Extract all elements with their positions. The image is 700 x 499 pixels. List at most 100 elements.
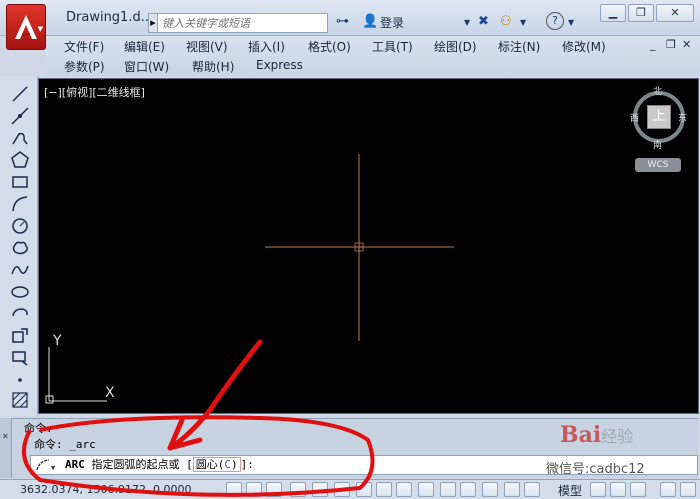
menu-parametric[interactable]: 参数(P) <box>64 58 105 75</box>
exchange-icon[interactable]: ✖ <box>478 14 489 29</box>
quick-view-layouts-button[interactable] <box>590 482 606 497</box>
circle-tool[interactable] <box>10 216 30 236</box>
prompt-option-center[interactable]: 圆心(C) <box>192 457 241 472</box>
title-bar: Drawing1.d... ▶ ⊶ 👤 登录 ▼ ✖ ⚇ ▼ ? ▼ ▁ ❐ ✕ <box>0 0 700 36</box>
compass-south[interactable]: 南 <box>653 138 662 151</box>
menu-express[interactable]: Express <box>256 58 303 72</box>
watermark-logo: Bai经验 <box>560 422 634 448</box>
menu-tools[interactable]: 工具(T) <box>372 38 413 55</box>
close-button[interactable]: ✕ <box>656 4 694 22</box>
close-icon[interactable]: ✕ <box>2 432 9 441</box>
annotation-monitor-toggle[interactable] <box>524 482 540 497</box>
infer-constraints-toggle[interactable] <box>226 482 242 497</box>
menu-help[interactable]: 帮助(H) <box>192 58 234 75</box>
point-icon <box>18 378 22 382</box>
binoculars-icon[interactable]: ⊶ <box>336 14 349 29</box>
menu-edit[interactable]: 编辑(E) <box>124 38 165 55</box>
ellipse-tool[interactable] <box>10 282 30 302</box>
quick-properties-toggle[interactable] <box>482 482 498 497</box>
insert-block-tool[interactable] <box>10 326 30 346</box>
command-history-line-1: 命令: <box>24 422 53 435</box>
connect-icon[interactable]: ⚇ <box>500 14 512 29</box>
make-block-tool[interactable] <box>10 348 30 368</box>
help-dropdown-icon[interactable]: ▼ <box>568 18 574 27</box>
svg-text:▼: ▼ <box>51 464 56 472</box>
grid-display-toggle[interactable] <box>266 482 282 497</box>
coordinates-readout[interactable]: 3632.0374, 1506.9172, 0.0000 <box>20 483 191 496</box>
compass-west[interactable]: 西 <box>630 111 639 124</box>
login-dropdown-icon[interactable]: ▼ <box>464 18 470 27</box>
ucs-y-label: Y <box>53 333 62 349</box>
wcs-menu[interactable]: WCS <box>635 158 681 172</box>
polygon-tool[interactable] <box>10 150 30 170</box>
menu-format[interactable]: 格式(O) <box>308 38 351 55</box>
viewcube[interactable]: 上 北 南 东 西 <box>629 83 689 151</box>
hatch-tool[interactable] <box>10 390 30 410</box>
drawing-viewport[interactable]: [−][俯视][二维线框] Y X 上 北 南 东 西 WCS <box>38 78 699 414</box>
user-icon[interactable]: 👤 <box>362 14 378 29</box>
selection-cycling-toggle[interactable] <box>504 482 520 497</box>
construction-line-tool[interactable] <box>10 106 30 126</box>
ortho-mode-toggle[interactable] <box>290 482 306 497</box>
compass-north[interactable]: 北 <box>653 84 662 97</box>
clean-screen-button[interactable] <box>680 482 696 497</box>
arc-icon <box>12 196 28 212</box>
revision-cloud-tool[interactable] <box>10 238 30 258</box>
document-title: Drawing1.d... <box>66 10 154 25</box>
menu-view[interactable]: 视图(V) <box>186 38 228 55</box>
object-snap-3d-toggle[interactable] <box>356 482 372 497</box>
rectangle-icon <box>12 176 28 188</box>
point-tool[interactable] <box>10 370 30 390</box>
search-expand-icon[interactable]: ▶ <box>148 13 158 33</box>
rectangle-tool[interactable] <box>10 172 30 192</box>
help-icon[interactable]: ? <box>546 12 564 30</box>
menu-insert[interactable]: 插入(I) <box>248 38 285 55</box>
object-tracking-toggle[interactable] <box>376 482 392 497</box>
snap-mode-toggle[interactable] <box>246 482 262 497</box>
application-menu-button[interactable]: ▼ <box>6 4 46 50</box>
minimize-button[interactable]: ▁ <box>600 4 626 22</box>
dynamic-ucs-toggle[interactable] <box>396 482 412 497</box>
line-tool[interactable] <box>10 84 30 104</box>
connect-dropdown-icon[interactable]: ▼ <box>520 18 526 27</box>
quick-view-drawings-button[interactable] <box>610 482 626 497</box>
doc-restore-button[interactable]: ❐ <box>666 38 676 51</box>
lineweight-toggle[interactable] <box>440 482 456 497</box>
menu-window[interactable]: 窗口(W) <box>124 58 169 75</box>
spline-icon <box>11 265 29 275</box>
search-input[interactable] <box>159 14 325 32</box>
search-box[interactable]: ▶ <box>148 13 328 33</box>
construction-line-icon <box>11 107 29 125</box>
spline-tool[interactable] <box>10 260 30 280</box>
menu-dimension[interactable]: 标注(N) <box>498 38 540 55</box>
drawing-canvas <box>45 154 454 404</box>
model-space-button[interactable]: 模型 <box>558 482 582 499</box>
menu-draw[interactable]: 绘图(D) <box>434 38 477 55</box>
hatch-icon <box>12 392 28 408</box>
prompt-text: 指定圆弧的起点或 [ <box>91 458 193 471</box>
login-button[interactable]: 登录 <box>380 14 404 31</box>
workspace-switch-button[interactable] <box>660 482 676 497</box>
circle-icon <box>12 218 28 234</box>
ellipse-arc-icon <box>12 308 28 317</box>
polygon-icon <box>11 151 29 168</box>
polar-tracking-toggle[interactable] <box>312 482 328 497</box>
arc-tool[interactable] <box>10 194 30 214</box>
viewcube-face[interactable]: 上 <box>647 105 671 129</box>
transparency-toggle[interactable] <box>460 482 476 497</box>
ucs-x-label: X <box>105 385 115 401</box>
menu-modify[interactable]: 修改(M) <box>562 38 606 55</box>
compass-east[interactable]: 东 <box>678 111 687 124</box>
command-panel-grip[interactable]: ✕ <box>0 418 12 478</box>
doc-minimize-button[interactable]: _ <box>650 38 656 51</box>
menu-file[interactable]: 文件(F) <box>64 38 104 55</box>
dynamic-input-toggle[interactable] <box>418 482 434 497</box>
doc-close-button[interactable]: ✕ <box>682 38 691 51</box>
ellipse-arc-tool[interactable] <box>10 304 30 324</box>
pan-button[interactable] <box>630 482 646 497</box>
restore-button[interactable]: ❐ <box>628 4 654 22</box>
polyline-tool[interactable] <box>10 128 30 148</box>
object-snap-toggle[interactable] <box>334 482 350 497</box>
revision-cloud-icon <box>12 241 29 255</box>
status-bar: 3632.0374, 1506.9172, 0.0000 模型 <box>0 479 700 499</box>
